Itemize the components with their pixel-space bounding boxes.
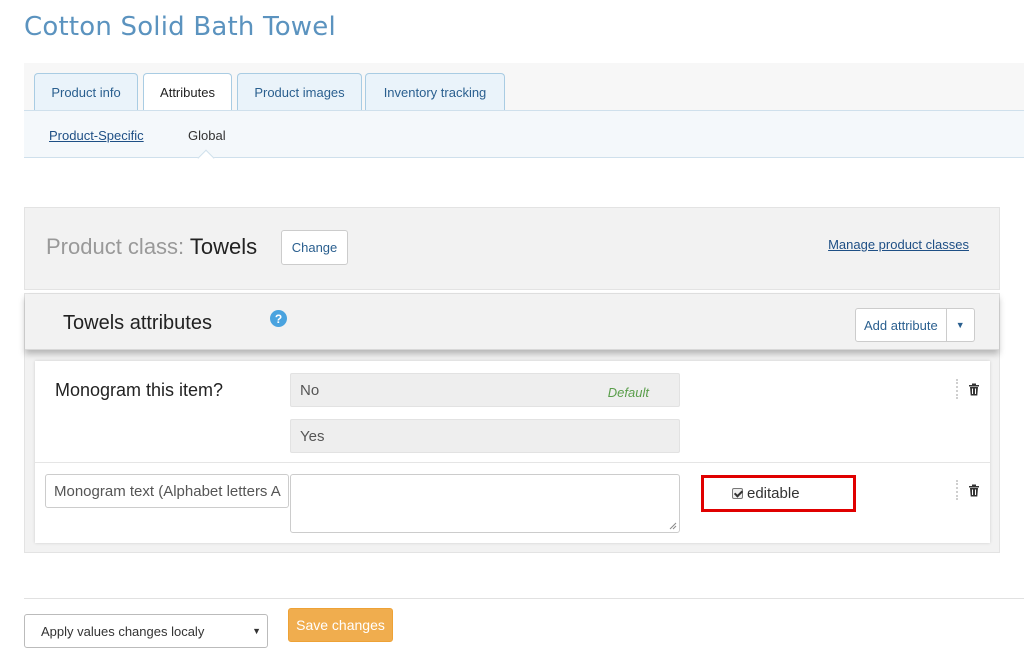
attribute-value-textarea[interactable] bbox=[290, 474, 680, 533]
attribute-name-input[interactable]: Monogram text (Alphabet letters A bbox=[45, 474, 289, 508]
save-changes-button[interactable]: Save changes bbox=[288, 608, 393, 642]
attribute-value-option[interactable]: Yes bbox=[290, 419, 680, 453]
editable-checkbox[interactable] bbox=[732, 488, 743, 499]
value-text: Yes bbox=[300, 428, 325, 445]
add-attribute-group: Add attribute ▼ bbox=[855, 308, 975, 342]
subtab-global[interactable]: Global bbox=[188, 128, 226, 143]
attribute-value-option[interactable]: No Default bbox=[290, 373, 680, 407]
attribute-list: Monogram this item? No Default Yes Monog… bbox=[35, 361, 990, 543]
editable-highlight: editable bbox=[701, 475, 856, 512]
product-class-panel: Product class: Towels Change Manage prod… bbox=[24, 207, 1000, 290]
caret-down-icon[interactable]: ▼ bbox=[946, 308, 975, 342]
tab-attributes[interactable]: Attributes bbox=[143, 73, 232, 111]
editable-label[interactable]: editable bbox=[747, 485, 800, 502]
tab-product-images[interactable]: Product images bbox=[237, 73, 362, 110]
value-text: No bbox=[300, 382, 320, 399]
tab-product-info[interactable]: Product info bbox=[34, 73, 138, 110]
question-circle-icon[interactable]: ? bbox=[270, 310, 287, 327]
apply-changes-select[interactable]: Apply values changes localy ▼ bbox=[24, 614, 268, 648]
tabs-bar: Product info Attributes Product images I… bbox=[24, 63, 1024, 111]
trash-icon[interactable] bbox=[968, 484, 980, 497]
trash-icon[interactable] bbox=[968, 383, 980, 396]
page-title: Cotton Solid Bath Towel bbox=[24, 12, 336, 42]
attributes-title: Towels attributes bbox=[63, 312, 212, 334]
resize-grip-icon[interactable] bbox=[669, 522, 677, 530]
footer-divider bbox=[24, 598, 1024, 599]
row-divider bbox=[35, 462, 990, 463]
product-class-heading: Product class: Towels bbox=[46, 234, 257, 260]
tab-inventory-tracking[interactable]: Inventory tracking bbox=[365, 73, 505, 110]
chevron-down-icon: ▼ bbox=[252, 626, 261, 636]
product-class-value: Towels bbox=[189, 234, 258, 259]
attributes-header: Towels attributes ? Add attribute ▼ bbox=[25, 294, 999, 350]
product-class-label: Product class: bbox=[46, 234, 185, 259]
attribute-name: Monogram this item? bbox=[55, 380, 224, 400]
add-attribute-button[interactable]: Add attribute bbox=[855, 308, 947, 342]
subtab-product-specific[interactable]: Product-Specific bbox=[49, 128, 144, 143]
change-class-button[interactable]: Change bbox=[281, 230, 348, 265]
drag-handle-icon[interactable] bbox=[956, 480, 958, 500]
drag-handle-icon[interactable] bbox=[956, 379, 958, 399]
apply-changes-selected: Apply values changes localy bbox=[41, 623, 205, 639]
manage-product-classes-link[interactable]: Manage product classes bbox=[828, 237, 969, 252]
subtabs-bar: Product-Specific Global bbox=[24, 110, 1024, 158]
default-badge: Default bbox=[607, 385, 649, 400]
attributes-panel: Towels attributes ? Add attribute ▼ Mono… bbox=[24, 293, 1000, 553]
